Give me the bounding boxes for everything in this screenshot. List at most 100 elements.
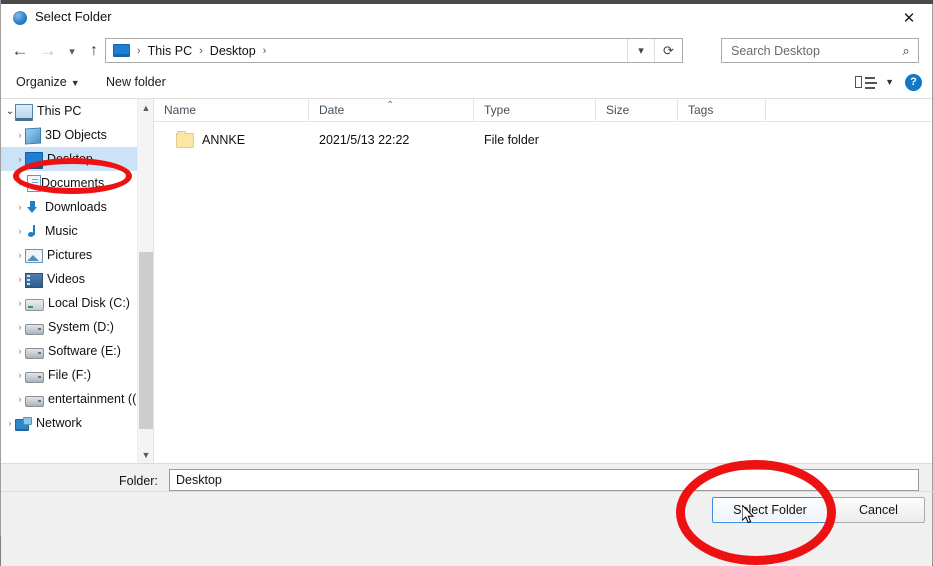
column-header-type[interactable]: Type bbox=[474, 99, 596, 121]
search-box[interactable]: ⌕ bbox=[721, 38, 919, 63]
drive-icon bbox=[25, 396, 44, 407]
expander-closed-icon[interactable]: › bbox=[15, 202, 25, 212]
computer-icon bbox=[15, 104, 33, 121]
chevron-down-icon: ▼ bbox=[71, 78, 80, 88]
file-date-cell: 2021/5/13 22:22 bbox=[319, 133, 409, 147]
back-arrow-icon[interactable]: ← bbox=[9, 40, 31, 62]
expander-closed-icon[interactable]: › bbox=[15, 274, 25, 284]
organize-button[interactable]: Organize ▼ bbox=[11, 73, 85, 91]
expander-closed-icon[interactable]: › bbox=[15, 178, 25, 188]
select-folder-button[interactable]: Select Folder bbox=[712, 497, 828, 523]
expander-closed-icon[interactable]: › bbox=[15, 370, 25, 380]
breadcrumb-separator: › bbox=[256, 45, 274, 57]
address-bar[interactable]: › This PC › Desktop › ▾ ⟳ bbox=[105, 38, 683, 63]
column-header-tags[interactable]: Tags bbox=[678, 99, 766, 121]
cancel-button[interactable]: Cancel bbox=[832, 497, 925, 523]
breadcrumb-item-this-pc[interactable]: This PC bbox=[148, 44, 192, 58]
expander-open-icon[interactable]: ⌄ bbox=[5, 106, 15, 117]
sidebar-item-label: System (D:) bbox=[48, 320, 114, 334]
close-icon[interactable]: ✕ bbox=[886, 4, 932, 31]
column-header-row: Name ⌃ Date Type Size Tags bbox=[154, 99, 932, 122]
view-options-icon[interactable] bbox=[855, 75, 877, 91]
column-label: Tags bbox=[688, 103, 713, 117]
expander-closed-icon[interactable]: › bbox=[15, 250, 25, 260]
search-input[interactable] bbox=[729, 43, 894, 59]
select-folder-dialog: Select Folder ✕ ← → ▾ ↑ › This PC › Desk… bbox=[0, 0, 933, 534]
help-icon[interactable]: ? bbox=[905, 74, 922, 91]
sidebar-item-documents[interactable]: ›Documents bbox=[1, 171, 137, 195]
expander-closed-icon[interactable]: › bbox=[15, 346, 25, 356]
sidebar-item-videos[interactable]: › Videos bbox=[1, 267, 137, 291]
up-arrow-icon[interactable]: ↑ bbox=[83, 40, 105, 62]
sidebar-item-label: Local Disk (C:) bbox=[48, 296, 130, 310]
sidebar-item-label: Software (E:) bbox=[48, 344, 121, 358]
recent-locations-chevron-icon[interactable]: ▾ bbox=[61, 40, 83, 62]
downloads-icon bbox=[25, 200, 41, 215]
network-icon bbox=[15, 417, 32, 431]
new-folder-button[interactable]: New folder bbox=[101, 73, 171, 91]
sidebar-item-label: Network bbox=[36, 416, 82, 430]
breadcrumb-separator: › bbox=[192, 45, 210, 57]
sidebar-item-music[interactable]: ›Music bbox=[1, 219, 137, 243]
desktop-icon bbox=[25, 152, 43, 169]
folder-icon bbox=[176, 133, 194, 148]
3d-objects-icon bbox=[25, 127, 41, 144]
chevron-down-icon[interactable]: ▾ bbox=[627, 39, 654, 62]
sidebar-item-label: This PC bbox=[37, 104, 81, 118]
navigation-sidebar: ⌄ This PC › 3D Objects ›Desktop›Documents›Do… bbox=[1, 99, 137, 463]
scroll-down-icon[interactable]: ▼ bbox=[138, 446, 154, 463]
expander-closed-icon[interactable]: › bbox=[15, 154, 25, 164]
window-top-accent bbox=[1, 0, 933, 4]
sidebar-item-3d-objects[interactable]: › 3D Objects bbox=[1, 123, 137, 147]
music-icon bbox=[25, 224, 41, 239]
sidebar-scrollbar[interactable]: ▲ ▼ bbox=[137, 99, 154, 463]
expander-closed-icon[interactable]: › bbox=[15, 394, 25, 404]
expander-closed-icon[interactable]: › bbox=[15, 226, 25, 236]
column-header-size[interactable]: Size bbox=[596, 99, 678, 121]
sidebar-item-pictures[interactable]: ›Pictures bbox=[1, 243, 137, 267]
sidebar-item-desktop[interactable]: ›Desktop bbox=[1, 147, 137, 171]
forward-arrow-icon: → bbox=[37, 40, 59, 62]
sidebar-item-downloads[interactable]: ›Downloads bbox=[1, 195, 137, 219]
drive-icon bbox=[25, 372, 44, 383]
expander-closed-icon[interactable]: › bbox=[15, 298, 25, 308]
column-label: Date bbox=[319, 103, 344, 117]
sidebar-item-network[interactable]: › Network bbox=[1, 411, 137, 435]
sidebar-item-label: Videos bbox=[47, 272, 85, 286]
dialog-body: ⌄ This PC › 3D Objects ›Desktop›Documents›Do… bbox=[1, 99, 932, 463]
sidebar-item-local-disk-c[interactable]: › Local Disk (C:) bbox=[1, 291, 137, 315]
expander-closed-icon[interactable]: › bbox=[15, 130, 25, 140]
organize-label: Organize bbox=[16, 75, 67, 89]
folder-name-field[interactable] bbox=[169, 469, 919, 491]
navigation-bar: ← → ▾ ↑ › This PC › Desktop › ▾ ⟳ ⌕ bbox=[1, 32, 932, 68]
local-disk-icon bbox=[25, 299, 44, 311]
footer-divider bbox=[1, 491, 933, 492]
expander-closed-icon[interactable]: › bbox=[5, 418, 15, 428]
refresh-icon[interactable]: ⟳ bbox=[654, 39, 682, 62]
sidebar-item-label: 3D Objects bbox=[45, 128, 107, 142]
sidebar-item-system-d[interactable]: › System (D:) bbox=[1, 315, 137, 339]
expander-closed-icon[interactable]: › bbox=[15, 322, 25, 332]
sidebar-item-label: entertainment (( bbox=[48, 392, 136, 406]
column-label: Size bbox=[606, 103, 629, 117]
scroll-up-icon[interactable]: ▲ bbox=[138, 99, 154, 116]
drive-icon bbox=[25, 348, 44, 359]
column-header-date[interactable]: ⌃ Date bbox=[309, 99, 474, 121]
sidebar-item-file-f[interactable]: ›File (F:) bbox=[1, 363, 137, 387]
this-pc-monitor-icon bbox=[113, 44, 130, 57]
folder-input[interactable] bbox=[170, 470, 918, 490]
dialog-title-bar: Select Folder ✕ bbox=[1, 0, 932, 32]
sidebar-item-entertainment[interactable]: › entertainment (( bbox=[1, 387, 137, 411]
breadcrumb-item-desktop[interactable]: Desktop bbox=[210, 44, 256, 58]
table-row[interactable]: ANNKE 2021/5/13 22:22 File folder bbox=[154, 128, 932, 152]
sidebar-item-software-e[interactable]: › Software (E:) bbox=[1, 339, 137, 363]
scrollbar-thumb[interactable] bbox=[139, 252, 153, 429]
sidebar-item-this-pc[interactable]: ⌄ This PC bbox=[1, 99, 137, 123]
dialog-footer: Folder: Select Folder Cancel bbox=[1, 463, 932, 566]
column-header-name[interactable]: Name bbox=[154, 99, 309, 121]
folder-field-label: Folder: bbox=[119, 474, 158, 488]
search-icon[interactable]: ⌕ bbox=[894, 43, 918, 59]
drive-icon bbox=[25, 324, 44, 335]
view-options-chevron-icon[interactable]: ▼ bbox=[885, 77, 894, 87]
file-name-cell: ANNKE bbox=[202, 133, 245, 147]
